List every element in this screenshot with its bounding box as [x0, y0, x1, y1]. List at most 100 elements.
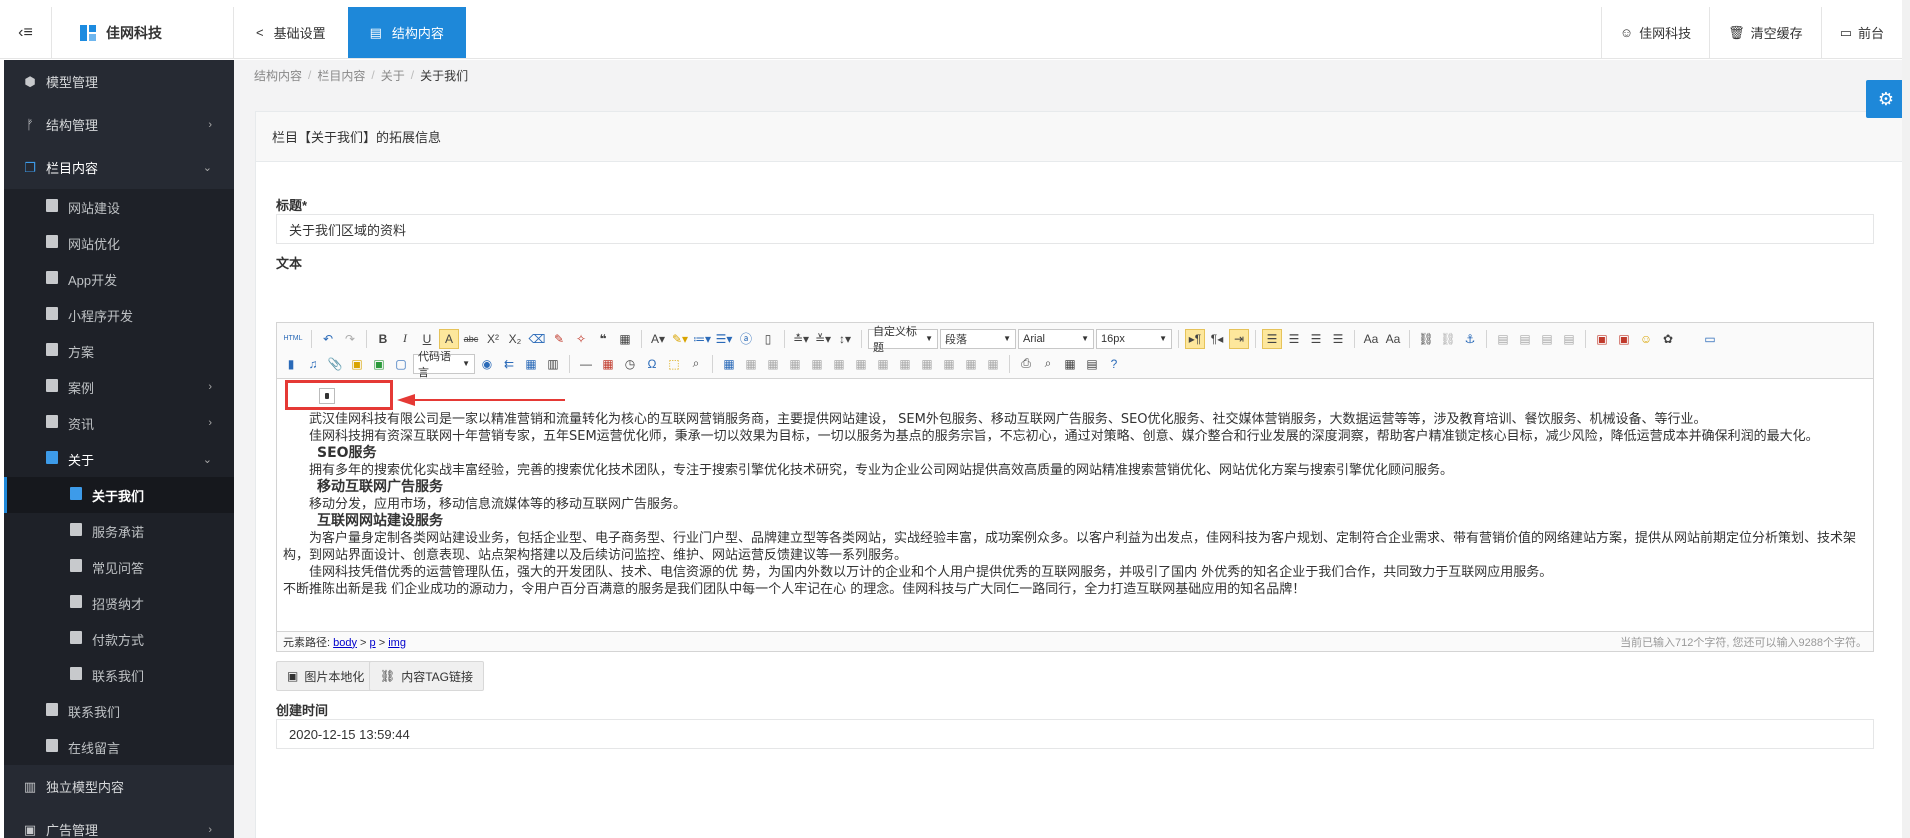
row-spacing-bottom-icon[interactable]: ≚▾	[813, 329, 833, 349]
delete-col-icon[interactable]: ▦	[851, 354, 871, 374]
sidebar-item-recruitment[interactable]: 招贤纳才	[4, 585, 234, 621]
clear-cache-button[interactable]: 🗑 清空缓存	[1709, 7, 1821, 58]
sidebar-item-solutions[interactable]: 方案	[4, 333, 234, 369]
sidebar-item-website-optimization[interactable]: 网站优化	[4, 225, 234, 261]
sidebar-item-service-promise[interactable]: 服务承诺	[4, 513, 234, 549]
date-icon[interactable]: ▦	[598, 354, 618, 374]
tab-basic-settings[interactable]: < 基础设置	[234, 7, 348, 58]
superscript-icon[interactable]: X²	[483, 329, 503, 349]
emotion-icon[interactable]: ☺	[1636, 329, 1656, 349]
template-icon[interactable]: ◉	[477, 354, 497, 374]
uppercase-icon[interactable]: Aa	[1361, 329, 1381, 349]
time-icon[interactable]: ◷	[620, 354, 640, 374]
multi-image-icon[interactable]: ▣	[1614, 329, 1634, 349]
font-border-icon[interactable]: A	[439, 328, 459, 349]
help-icon[interactable]: ?	[1104, 354, 1124, 374]
row-spacing-top-icon[interactable]: ≛▾	[791, 329, 811, 349]
insert-image-icon[interactable]: ▣	[1592, 329, 1612, 349]
sidebar-item-mini-program[interactable]: 小程序开发	[4, 297, 234, 333]
font-size-select[interactable]: 16px ▼	[1096, 328, 1172, 349]
image-none-icon[interactable]: ▤	[1493, 329, 1513, 349]
paste-icon[interactable]: ▤	[1082, 354, 1102, 374]
insert-para-before-icon[interactable]: ▦	[763, 354, 783, 374]
settings-gear-button[interactable]: ⚙	[1866, 80, 1906, 118]
user-menu[interactable]: ☺ 佳网科技	[1600, 7, 1709, 58]
sidebar-item-model-management[interactable]: ⬢ 模型管理	[4, 60, 234, 103]
line-height-icon[interactable]: ↕▾	[835, 329, 855, 349]
insert-table-grid-icon[interactable]: ▦	[719, 354, 739, 374]
map-icon[interactable]: ▣	[369, 354, 389, 374]
align-right-icon[interactable]: ☰	[1306, 329, 1326, 349]
image-left-icon[interactable]: ▤	[1515, 329, 1535, 349]
brand[interactable]: 佳网科技	[52, 7, 234, 58]
delete-row-icon[interactable]: ▦	[807, 354, 827, 374]
lowercase-icon[interactable]: Aa	[1383, 329, 1403, 349]
anchor-icon[interactable]: ⚓	[1460, 329, 1480, 349]
sidebar-item-payment[interactable]: 付款方式	[4, 621, 234, 657]
preview-icon[interactable]: ⌕	[1038, 354, 1058, 374]
sidebar-item-about-us[interactable]: 关于我们	[4, 477, 234, 513]
scrollbar[interactable]	[1902, 0, 1910, 838]
html-source-icon[interactable]: HTML	[281, 329, 305, 349]
unlink-icon[interactable]: ⛓	[1438, 329, 1458, 349]
split-rows-icon[interactable]: ▦	[961, 354, 981, 374]
breadcrumb-item[interactable]: 栏目内容	[317, 67, 365, 84]
strikethrough-icon[interactable]: abc	[461, 329, 481, 349]
merge-right-icon[interactable]: ▦	[895, 354, 915, 374]
wordimage-icon[interactable]: ⬚	[664, 354, 684, 374]
insert-table-icon[interactable]: ▦	[521, 354, 541, 374]
sidebar-item-column-content[interactable]: ❐ 栏目内容 ⌄	[4, 146, 234, 189]
tab-structure-content[interactable]: ▤ 结构内容	[347, 7, 466, 58]
search-replace-icon[interactable]: ⌕	[686, 354, 706, 374]
localize-images-button[interactable]: ▣ 图片本地化	[276, 661, 376, 691]
merge-cells-icon[interactable]: ▦	[873, 354, 893, 374]
drafts-icon[interactable]: ▦	[1060, 354, 1080, 374]
align-center-icon[interactable]: ☰	[1284, 329, 1304, 349]
music-icon[interactable]: ♫	[303, 354, 323, 374]
sidebar-item-about[interactable]: 关于 ⌄	[4, 441, 234, 477]
background-icon[interactable]: ⇇	[499, 354, 519, 374]
sidebar-item-news[interactable]: 资讯 ›	[4, 405, 234, 441]
delete-table-icon[interactable]: ▦	[741, 354, 761, 374]
eraser-icon[interactable]: ⌫	[527, 329, 547, 349]
special-chars-icon[interactable]: Ω	[642, 354, 662, 374]
sidebar-item-independent-model[interactable]: ▥ 独立模型内容	[4, 765, 234, 808]
attachment-icon[interactable]: 📎	[325, 354, 345, 374]
sidebar-item-app-development[interactable]: App开发	[4, 261, 234, 297]
bold-icon[interactable]: B	[373, 329, 393, 349]
link-icon[interactable]: ⛓	[1416, 329, 1436, 349]
horizontal-rule-icon[interactable]: —	[576, 354, 596, 374]
code-language-select[interactable]: 代码语言 ▼	[413, 351, 475, 379]
sidebar-item-cases[interactable]: 案例 ›	[4, 369, 234, 405]
created-time-input[interactable]: 2020-12-15 13:59:44	[276, 719, 1874, 749]
rtl-direction-icon[interactable]: ¶◂	[1207, 329, 1227, 349]
print-icon[interactable]: ⎙	[1016, 354, 1036, 374]
autotypeset-icon[interactable]: ✧	[571, 329, 591, 349]
sidebar-item-online-message[interactable]: 在线留言	[4, 729, 234, 765]
menu-toggle-button[interactable]: ‹≡	[0, 7, 52, 58]
merge-down-icon[interactable]: ▦	[917, 354, 937, 374]
unordered-list-icon[interactable]: ☰▾	[714, 329, 734, 349]
scrawl-icon[interactable]: ✿	[1658, 329, 1678, 349]
editor-content[interactable]: 武汉佳网科技有限公司是一家以精准营销和流量转化为核心的互联网营销服务商，主要提供…	[277, 379, 1873, 621]
sidebar-item-structure-management[interactable]: ᚠ 结构管理 ›	[4, 103, 234, 146]
path-p-link[interactable]: p	[370, 637, 376, 649]
indent-icon[interactable]: ⇥	[1229, 328, 1249, 349]
web-page-icon[interactable]: ▢	[391, 354, 411, 374]
word-image-icon[interactable]: ▥	[543, 354, 563, 374]
sidebar-item-contact-us-sub[interactable]: 联系我们	[4, 657, 234, 693]
image-center-icon[interactable]: ▤	[1559, 329, 1579, 349]
blockquote-icon[interactable]: ❝	[593, 329, 613, 349]
align-left-icon[interactable]: ☰	[1262, 328, 1282, 349]
custom-title-select[interactable]: 自定义标题 ▼	[868, 326, 938, 354]
sidebar-item-website-building[interactable]: 网站建设	[4, 189, 234, 225]
split-cells-icon[interactable]: ▦	[939, 354, 959, 374]
frontend-link[interactable]: ▭ 前台	[1820, 7, 1902, 58]
title-input[interactable]: 关于我们区域的资料	[276, 214, 1874, 244]
split-cols-icon[interactable]: ▦	[983, 354, 1003, 374]
path-img-link[interactable]: img	[388, 637, 406, 649]
fullscreen-icon[interactable]: ▭	[1700, 329, 1720, 349]
font-family-select[interactable]: Arial ▼	[1018, 328, 1094, 349]
clear-doc-icon[interactable]: ▯	[758, 329, 778, 349]
subscript-icon[interactable]: X₂	[505, 329, 525, 349]
